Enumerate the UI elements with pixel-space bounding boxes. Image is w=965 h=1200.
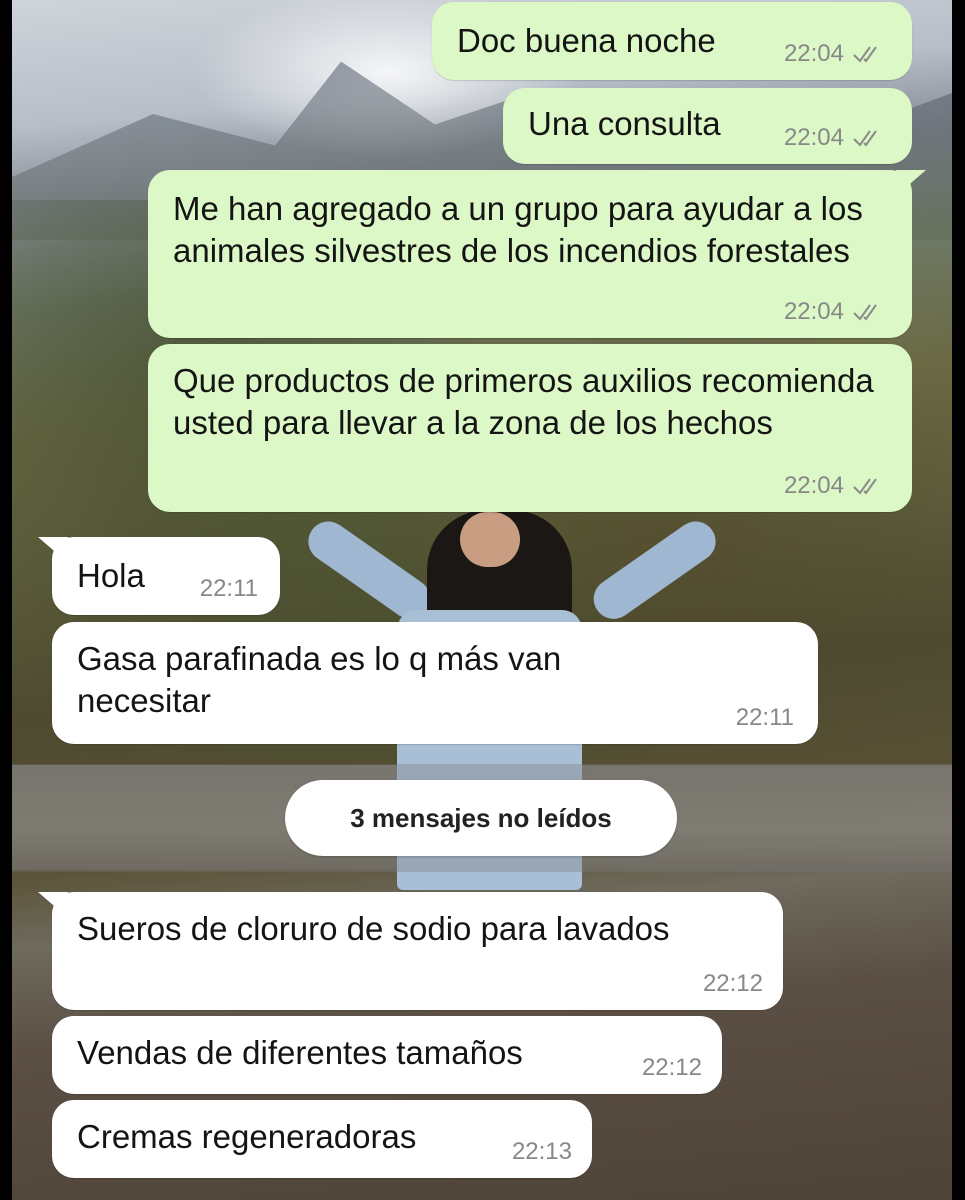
message-bubble-incoming[interactable]: Vendas de diferentes tamaños 22:12: [52, 1016, 722, 1094]
message-meta: 22:04: [784, 126, 886, 150]
double-check-icon: [853, 478, 877, 495]
message-meta: 22:11: [200, 577, 258, 601]
message-text: Sueros de cloruro de sodio para lavados: [77, 910, 670, 947]
message-bubble-incoming[interactable]: Sueros de cloruro de sodio para lavados …: [38, 892, 783, 1010]
message-text: Gasa parafinada es lo q más van necesita…: [77, 640, 562, 719]
message-text: Me han agregado a un grupo para ayudar a…: [173, 190, 863, 269]
unread-messages-divider: 3 mensajes no leídos: [285, 780, 677, 856]
message-text: Que productos de primeros auxilios recom…: [173, 362, 874, 441]
message-meta: 22:11: [736, 706, 794, 730]
message-meta: 22:12: [642, 1056, 702, 1080]
message-bubble-outgoing[interactable]: Una consulta 22:04: [503, 88, 912, 164]
message-text: Cremas regeneradoras: [77, 1118, 417, 1155]
message-time: 22:11: [199, 575, 258, 602]
message-time: 22:04: [783, 472, 844, 499]
message-text: Vendas de diferentes tamaños: [77, 1034, 523, 1071]
message-time: 22:04: [783, 298, 844, 325]
message-meta: 22:04: [784, 474, 886, 498]
message-text: Hola: [77, 557, 145, 594]
message-text: Doc buena noche: [457, 22, 716, 59]
message-bubble-incoming[interactable]: Gasa parafinada es lo q más van necesita…: [52, 622, 818, 744]
right-border: [953, 0, 965, 1200]
message-bubble-incoming[interactable]: Hola 22:11: [38, 537, 280, 615]
message-time: 22:04: [783, 124, 844, 151]
message-bubble-outgoing[interactable]: Que productos de primeros auxilios recom…: [148, 344, 912, 512]
message-text: Una consulta: [528, 105, 721, 142]
double-check-icon: [853, 46, 877, 63]
double-check-icon: [853, 130, 877, 147]
message-time: 22:12: [702, 970, 763, 997]
left-border: [0, 0, 12, 1200]
double-check-icon: [853, 304, 877, 321]
message-meta: 22:04: [784, 300, 886, 324]
message-bubble-outgoing[interactable]: Me han agregado a un grupo para ayudar a…: [148, 170, 926, 338]
message-meta: 22:12: [703, 972, 763, 996]
message-time: 22:13: [511, 1138, 572, 1165]
message-bubble-incoming[interactable]: Cremas regeneradoras 22:13: [52, 1100, 592, 1178]
message-time: 22:04: [783, 40, 844, 67]
message-meta: 22:04: [784, 42, 886, 66]
message-time: 22:11: [735, 704, 794, 731]
message-time: 22:12: [641, 1054, 702, 1081]
message-bubble-outgoing[interactable]: Doc buena noche 22:04: [432, 2, 912, 80]
message-meta: 22:13: [512, 1140, 572, 1164]
